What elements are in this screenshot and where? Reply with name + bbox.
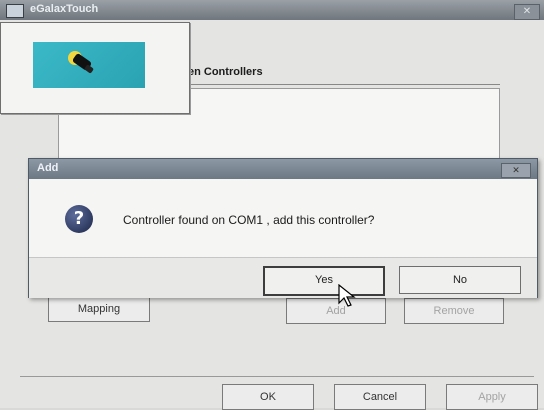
main-title-bar: eGalaxTouch ✕ <box>0 0 544 20</box>
add-button[interactable]: Add <box>286 298 386 324</box>
tab-controllers[interactable]: en Controllers <box>188 66 263 78</box>
yes-button[interactable]: Yes <box>263 266 385 296</box>
no-button[interactable]: No <box>399 266 521 294</box>
overlay-window <box>0 22 190 114</box>
cancel-button[interactable]: Cancel <box>334 384 426 410</box>
dialog-body: ? Controller found on COM1 , add this co… <box>29 179 537 257</box>
footer-divider <box>20 376 534 377</box>
question-icon: ? <box>65 205 93 233</box>
dialog-close-button[interactable]: ✕ <box>501 163 531 178</box>
dialog-title-bar: Add ✕ <box>29 159 537 179</box>
mapping-button[interactable]: Mapping <box>48 296 150 322</box>
egalax-logo <box>33 42 145 88</box>
dialog-footer: Yes No <box>29 257 537 298</box>
remove-button[interactable]: Remove <box>404 298 504 324</box>
ok-button[interactable]: OK <box>222 384 314 410</box>
window-title: eGalaxTouch <box>30 3 99 15</box>
touch-pen-icon <box>68 51 94 73</box>
apply-button[interactable]: Apply <box>446 384 538 410</box>
mouse-cursor-icon <box>338 284 356 307</box>
dialog-message: Controller found on COM1 , add this cont… <box>123 213 375 227</box>
app-window-icon <box>6 4 24 18</box>
window-close-button[interactable]: ✕ <box>514 4 540 20</box>
dialog-title: Add <box>37 162 59 174</box>
add-dialog: Add ✕ ? Controller found on COM1 , add t… <box>28 158 538 298</box>
